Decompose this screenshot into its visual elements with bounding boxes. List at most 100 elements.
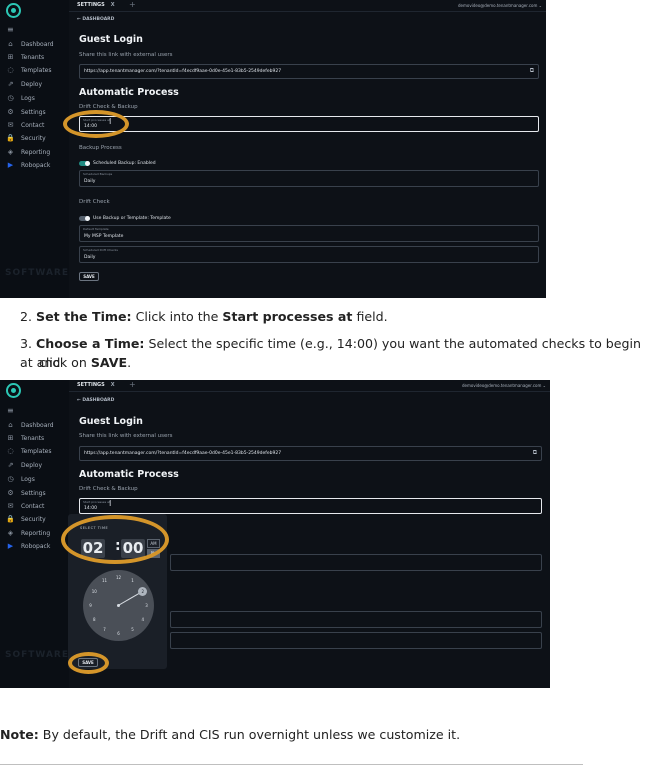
save-button[interactable]: SAVE — [79, 272, 99, 281]
automatic-process-title: Automatic Process — [79, 469, 179, 480]
breadcrumb[interactable]: ← DASHBOARD — [77, 17, 114, 22]
guest-link-field[interactable]: https://app.tenantmanager.com/?tenantId=… — [79, 64, 539, 79]
backup-or-template-toggle[interactable] — [79, 216, 90, 221]
scheduled-backups-label: Scheduled Backups — [83, 172, 113, 176]
sidebar-item-logs[interactable]: ◷ Logs — [6, 92, 68, 104]
lock-icon: 🔒 — [6, 515, 15, 523]
sidebar-item-contact[interactable]: ✉ Contact — [6, 500, 68, 512]
drift-checks-select[interactable] — [170, 632, 542, 649]
gear-icon: ⚙ — [7, 108, 14, 116]
sidebar-item-reporting[interactable]: ◈ Reporting — [6, 146, 68, 158]
logs-icon: ◷ — [7, 94, 14, 102]
clock-number[interactable]: 2 — [138, 587, 148, 596]
sidebar-item-robopack[interactable]: ▶ Robopack — [6, 540, 68, 552]
guest-login-title: Guest Login — [79, 34, 143, 45]
sidebar-item-label: Security — [21, 134, 46, 142]
sidebar-item-security[interactable]: 🔒 Security — [6, 132, 68, 144]
sidebar-item-tenants[interactable]: ⊞ Tenants — [6, 432, 68, 444]
tab-settings[interactable]: SETTINGS X — [77, 2, 115, 8]
sidebar-item-label: Dashboard — [21, 421, 54, 429]
menu-icon[interactable]: ≡ — [7, 25, 14, 34]
clock-number[interactable]: 8 — [90, 617, 98, 622]
new-tab-icon[interactable]: + — [129, 380, 136, 389]
user-email: demovideo@demo.tenantmanager.com — [458, 3, 538, 8]
tab-label: SETTINGS — [77, 2, 105, 8]
tab-close-icon[interactable]: X — [111, 382, 115, 388]
home-icon: ⌂ — [8, 40, 13, 48]
sidebar-item-dashboard[interactable]: ⌂ Dashboard — [6, 419, 68, 431]
default-template-label: Default Template — [83, 227, 109, 231]
sidebar-item-templates[interactable]: ◌ Templates — [6, 64, 68, 76]
app-logo-icon[interactable] — [6, 3, 21, 18]
drift-checks-label: Scheduled Drift Checks — [83, 248, 118, 252]
sidebar-item-reporting[interactable]: ◈ Reporting — [6, 527, 68, 539]
clock-number[interactable]: 6 — [115, 631, 123, 636]
clock-number[interactable]: 5 — [129, 627, 137, 632]
reporting-icon: ◈ — [7, 148, 14, 156]
mail-icon: ✉ — [7, 502, 14, 510]
start-processes-field[interactable]: Start processes at 14:00 — [79, 498, 542, 514]
divider — [0, 764, 583, 765]
app-logo-icon[interactable] — [6, 383, 21, 398]
sidebar: ≡ SOFTWARE ⌂ Dashboard ⊞ Tenants ◌ Templates ⇗… — [0, 0, 69, 298]
scheduled-backup-toggle-label: Scheduled Backup: Enabled — [93, 161, 156, 166]
chevron-down-icon[interactable]: ⌄ — [539, 3, 542, 8]
brand-watermark: SOFTWARE — [5, 650, 69, 660]
clock-face[interactable]: 12 1 2 3 4 5 6 7 8 9 10 11 — [83, 570, 154, 641]
sidebar-item-settings[interactable]: ⚙ Settings — [6, 487, 68, 499]
top-bar: SETTINGS X + demovideo@demo.tenantmanager… — [69, 380, 550, 392]
sidebar-item-deploy[interactable]: ⇗ Deploy — [6, 78, 68, 90]
sidebar-item-label: Logs — [21, 94, 35, 102]
guest-link-field[interactable]: https://app.tenantmanager.com/?tenantId=… — [79, 446, 542, 461]
deploy-icon: ⇗ — [7, 80, 14, 88]
sidebar-item-dashboard[interactable]: ⌂ Dashboard — [6, 38, 68, 50]
sidebar-item-settings[interactable]: ⚙ Settings — [6, 106, 68, 118]
clock-number[interactable]: 4 — [139, 617, 147, 622]
start-processes-value: 14:00 — [84, 506, 97, 511]
sidebar-item-tenants[interactable]: ⊞ Tenants — [6, 51, 68, 63]
deploy-icon: ⇗ — [7, 461, 14, 469]
scheduled-backups-value: Daily — [84, 179, 96, 184]
breadcrumb[interactable]: ← DASHBOARD — [77, 398, 114, 403]
guest-login-subtitle: Share this link with external users — [79, 52, 173, 58]
user-menu[interactable]: demovideo@demo.tenantmanager.com ⌄ — [458, 3, 542, 8]
copy-icon[interactable]: ⧉ — [530, 67, 534, 75]
guest-link-value: https://app.tenantmanager.com/?tenantId=… — [84, 451, 282, 456]
clock-center — [117, 604, 120, 607]
clock-number[interactable]: 1 — [129, 578, 137, 583]
clock-number[interactable]: 3 — [143, 603, 151, 608]
clock-number[interactable]: 11 — [101, 578, 109, 583]
clock-number[interactable]: 7 — [101, 627, 109, 632]
clock-number[interactable]: 9 — [87, 603, 95, 608]
sidebar-item-deploy[interactable]: ⇗ Deploy — [6, 459, 68, 471]
note-label: Note: — [0, 727, 39, 742]
menu-icon[interactable]: ≡ — [7, 406, 14, 415]
sidebar-item-security[interactable]: 🔒 Security — [6, 513, 68, 525]
new-tab-icon[interactable]: + — [129, 0, 136, 9]
user-menu[interactable]: demovideo@demo.tenantmanager.com ⌄ — [462, 383, 546, 388]
step-2: 2. Set the Time: Click into the Start pr… — [20, 307, 620, 326]
sidebar-item-templates[interactable]: ◌ Templates — [6, 445, 68, 457]
note-text: By default, the Drift and CIS run overni… — [38, 727, 461, 742]
start-processes-field[interactable]: Start processes at 14:00 — [79, 116, 539, 132]
scheduled-backups-select[interactable] — [170, 554, 542, 571]
scheduled-backups-select[interactable]: Scheduled Backups Daily — [79, 170, 539, 187]
sidebar-item-contact[interactable]: ✉ Contact — [6, 119, 68, 131]
step-text: Click into the — [131, 309, 223, 324]
default-template-select[interactable]: Default Template My MSP Template — [79, 225, 539, 242]
automatic-process-subtitle: Drift Check & Backup — [79, 486, 138, 492]
scheduled-backup-toggle[interactable] — [79, 161, 90, 166]
default-template-select[interactable] — [170, 611, 542, 628]
chevron-down-icon[interactable]: ⌄ — [543, 383, 546, 388]
tab-settings[interactable]: SETTINGS X — [77, 382, 115, 388]
sidebar-item-label: Contact — [21, 502, 45, 510]
sidebar-item-robopack[interactable]: ▶ Robopack — [6, 159, 68, 171]
tab-close-icon[interactable]: X — [111, 2, 115, 8]
sidebar-item-logs[interactable]: ◷ Logs — [6, 473, 68, 485]
drift-checks-select[interactable]: Scheduled Drift Checks Daily — [79, 246, 539, 263]
sidebar-item-label: Contact — [21, 121, 45, 129]
clock-number[interactable]: 12 — [115, 575, 123, 580]
sidebar-item-label: Robopack — [21, 161, 51, 169]
clock-number[interactable]: 10 — [90, 589, 98, 594]
copy-icon[interactable]: ⧉ — [533, 449, 537, 457]
